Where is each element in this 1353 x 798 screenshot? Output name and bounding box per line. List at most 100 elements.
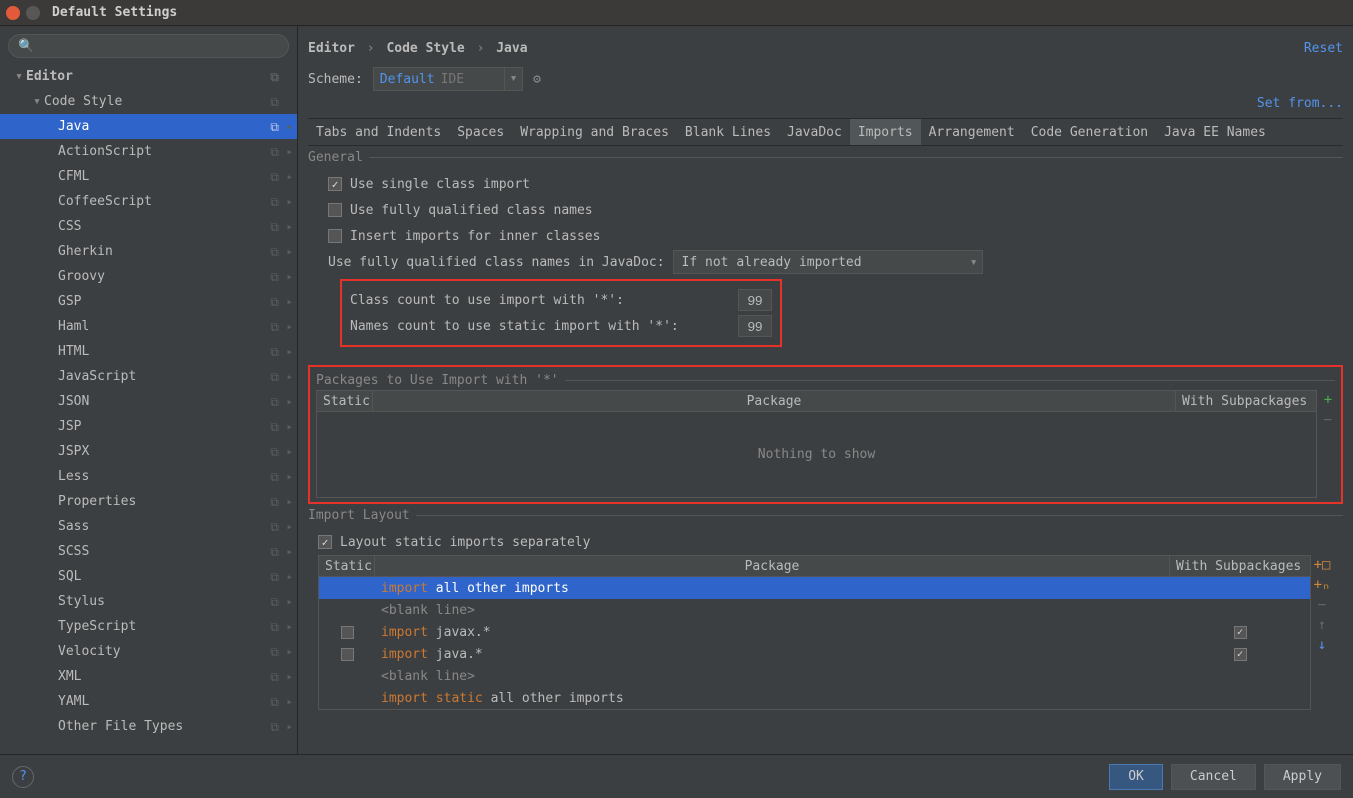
- window-minimize-button[interactable]: [26, 6, 40, 20]
- copy-icon: ⧉: [270, 645, 279, 660]
- crumb-java[interactable]: Java: [496, 41, 527, 56]
- chk-use-single[interactable]: Use single class import: [328, 171, 1333, 197]
- sidebar-item-sass[interactable]: Sass⧉▸: [0, 514, 297, 539]
- window-close-button[interactable]: [6, 6, 20, 20]
- checkbox-icon[interactable]: [341, 626, 354, 639]
- col-package[interactable]: Package: [373, 391, 1176, 411]
- sidebar-item-cfml[interactable]: CFML⧉▸: [0, 164, 297, 189]
- search-wrap: 🔍: [0, 32, 297, 64]
- add-blank-icon[interactable]: +ₙ: [1314, 577, 1331, 593]
- copy-icon: ⧉: [270, 695, 279, 710]
- chevron-right-icon: ▸: [286, 545, 293, 558]
- sidebar-item-jspx[interactable]: JSPX⧉▸: [0, 439, 297, 464]
- add-package-icon[interactable]: +□: [1314, 557, 1331, 573]
- chk-insert-inner[interactable]: Insert imports for inner classes: [328, 223, 1333, 249]
- checkbox-icon[interactable]: [328, 203, 342, 217]
- tree-code-style[interactable]: ▾ Code Style ⧉: [0, 89, 297, 114]
- sidebar-item-stylus[interactable]: Stylus⧉▸: [0, 589, 297, 614]
- import-layout-table[interactable]: Static Package With Subpackages import a…: [318, 555, 1311, 710]
- copy-icon: ⧉: [270, 445, 279, 460]
- tab-blank-lines[interactable]: Blank Lines: [677, 119, 779, 145]
- checkbox-icon[interactable]: [328, 177, 342, 191]
- tab-tabs-and-indents[interactable]: Tabs and Indents: [308, 119, 449, 145]
- sidebar-item-haml[interactable]: Haml⧉▸: [0, 314, 297, 339]
- names-count-input[interactable]: [738, 315, 772, 337]
- package-cell: import javax.*: [375, 625, 1170, 640]
- sidebar-item-java[interactable]: Java⧉▸: [0, 114, 297, 139]
- crumb-code-style[interactable]: Code Style: [386, 41, 464, 56]
- table-row[interactable]: <blank line>: [319, 665, 1310, 687]
- sidebar-item-json[interactable]: JSON⧉▸: [0, 389, 297, 414]
- packages-star-table[interactable]: Static Package With Subpackages Nothing …: [316, 390, 1317, 498]
- tab-code-generation[interactable]: Code Generation: [1023, 119, 1156, 145]
- tab-imports[interactable]: Imports: [850, 119, 921, 145]
- tab-java-ee-names[interactable]: Java EE Names: [1156, 119, 1274, 145]
- remove-icon[interactable]: −: [1318, 597, 1326, 613]
- sidebar-item-groovy[interactable]: Groovy⧉▸: [0, 264, 297, 289]
- class-count-input[interactable]: [738, 289, 772, 311]
- scheme-select[interactable]: Default IDE ▾: [373, 67, 523, 91]
- checkbox-icon[interactable]: [328, 229, 342, 243]
- tab-spaces[interactable]: Spaces: [449, 119, 512, 145]
- checkbox-icon[interactable]: [341, 648, 354, 661]
- tab-javadoc[interactable]: JavaDoc: [779, 119, 850, 145]
- tree-label: Groovy: [58, 269, 105, 284]
- settings-tree[interactable]: ▾ Editor ⧉ ▾ Code Style ⧉ Java⧉▸ActionSc…: [0, 64, 297, 754]
- sidebar-item-html[interactable]: HTML⧉▸: [0, 339, 297, 364]
- sidebar-item-gsp[interactable]: GSP⧉▸: [0, 289, 297, 314]
- chevron-right-icon: ▸: [286, 245, 293, 258]
- col-static[interactable]: Static: [317, 391, 373, 411]
- apply-button[interactable]: Apply: [1264, 764, 1341, 790]
- checkbox-icon[interactable]: [1234, 626, 1247, 639]
- sidebar-item-yaml[interactable]: YAML⧉▸: [0, 689, 297, 714]
- packages-star-sidebuttons: + −: [1317, 390, 1339, 498]
- sidebar-item-velocity[interactable]: Velocity⧉▸: [0, 639, 297, 664]
- sidebar-item-scss[interactable]: SCSS⧉▸: [0, 539, 297, 564]
- checkbox-icon[interactable]: [318, 535, 332, 549]
- crumb-editor[interactable]: Editor: [308, 41, 355, 56]
- tab-arrangement[interactable]: Arrangement: [921, 119, 1023, 145]
- table-row[interactable]: import java.*: [319, 643, 1310, 665]
- sidebar-item-actionscript[interactable]: ActionScript⧉▸: [0, 139, 297, 164]
- col-sub[interactable]: With Subpackages: [1170, 556, 1310, 576]
- gear-icon[interactable]: ⚙: [533, 72, 541, 87]
- chk-use-fq[interactable]: Use fully qualified class names: [328, 197, 1333, 223]
- col-static[interactable]: Static: [319, 556, 375, 576]
- add-icon[interactable]: +: [1324, 392, 1332, 408]
- col-package[interactable]: Package: [375, 556, 1170, 576]
- search-input[interactable]: [8, 34, 289, 58]
- fq-javadoc-select[interactable]: If not already imported ▾: [673, 250, 983, 274]
- col-sub[interactable]: With Subpackages: [1176, 391, 1316, 411]
- sidebar-item-coffeescript[interactable]: CoffeeScript⧉▸: [0, 189, 297, 214]
- cancel-button[interactable]: Cancel: [1171, 764, 1256, 790]
- set-from-link[interactable]: Set from...: [1257, 96, 1343, 111]
- tree-label: JSP: [58, 419, 81, 434]
- sidebar-item-less[interactable]: Less⧉▸: [0, 464, 297, 489]
- sidebar-item-javascript[interactable]: JavaScript⧉▸: [0, 364, 297, 389]
- chevron-down-icon[interactable]: ▾: [504, 68, 522, 90]
- remove-icon[interactable]: −: [1324, 412, 1332, 428]
- sidebar-item-typescript[interactable]: TypeScript⧉▸: [0, 614, 297, 639]
- help-button[interactable]: ?: [12, 766, 34, 788]
- checkbox-icon[interactable]: [1234, 648, 1247, 661]
- table-row[interactable]: import static all other imports: [319, 687, 1310, 709]
- table-row[interactable]: import all other imports: [319, 577, 1310, 599]
- sidebar-item-xml[interactable]: XML⧉▸: [0, 664, 297, 689]
- chevron-right-icon: ▸: [286, 270, 293, 283]
- sidebar-item-properties[interactable]: Properties⧉▸: [0, 489, 297, 514]
- reset-link[interactable]: Reset: [1304, 41, 1343, 56]
- footer: ? OK Cancel Apply: [0, 754, 1353, 798]
- table-row[interactable]: import javax.*: [319, 621, 1310, 643]
- tab-wrapping-and-braces[interactable]: Wrapping and Braces: [512, 119, 677, 145]
- sidebar-item-css[interactable]: CSS⧉▸: [0, 214, 297, 239]
- sidebar-item-other-file-types[interactable]: Other File Types⧉▸: [0, 714, 297, 739]
- ok-button[interactable]: OK: [1109, 764, 1163, 790]
- sidebar-item-gherkin[interactable]: Gherkin⧉▸: [0, 239, 297, 264]
- move-up-icon[interactable]: ↑: [1318, 617, 1326, 633]
- sidebar-item-sql[interactable]: SQL⧉▸: [0, 564, 297, 589]
- sidebar-item-jsp[interactable]: JSP⧉▸: [0, 414, 297, 439]
- move-down-icon[interactable]: ↓: [1318, 637, 1326, 653]
- table-row[interactable]: <blank line>: [319, 599, 1310, 621]
- chk-layout-static[interactable]: Layout static imports separately: [318, 529, 1333, 555]
- tree-editor[interactable]: ▾ Editor ⧉: [0, 64, 297, 89]
